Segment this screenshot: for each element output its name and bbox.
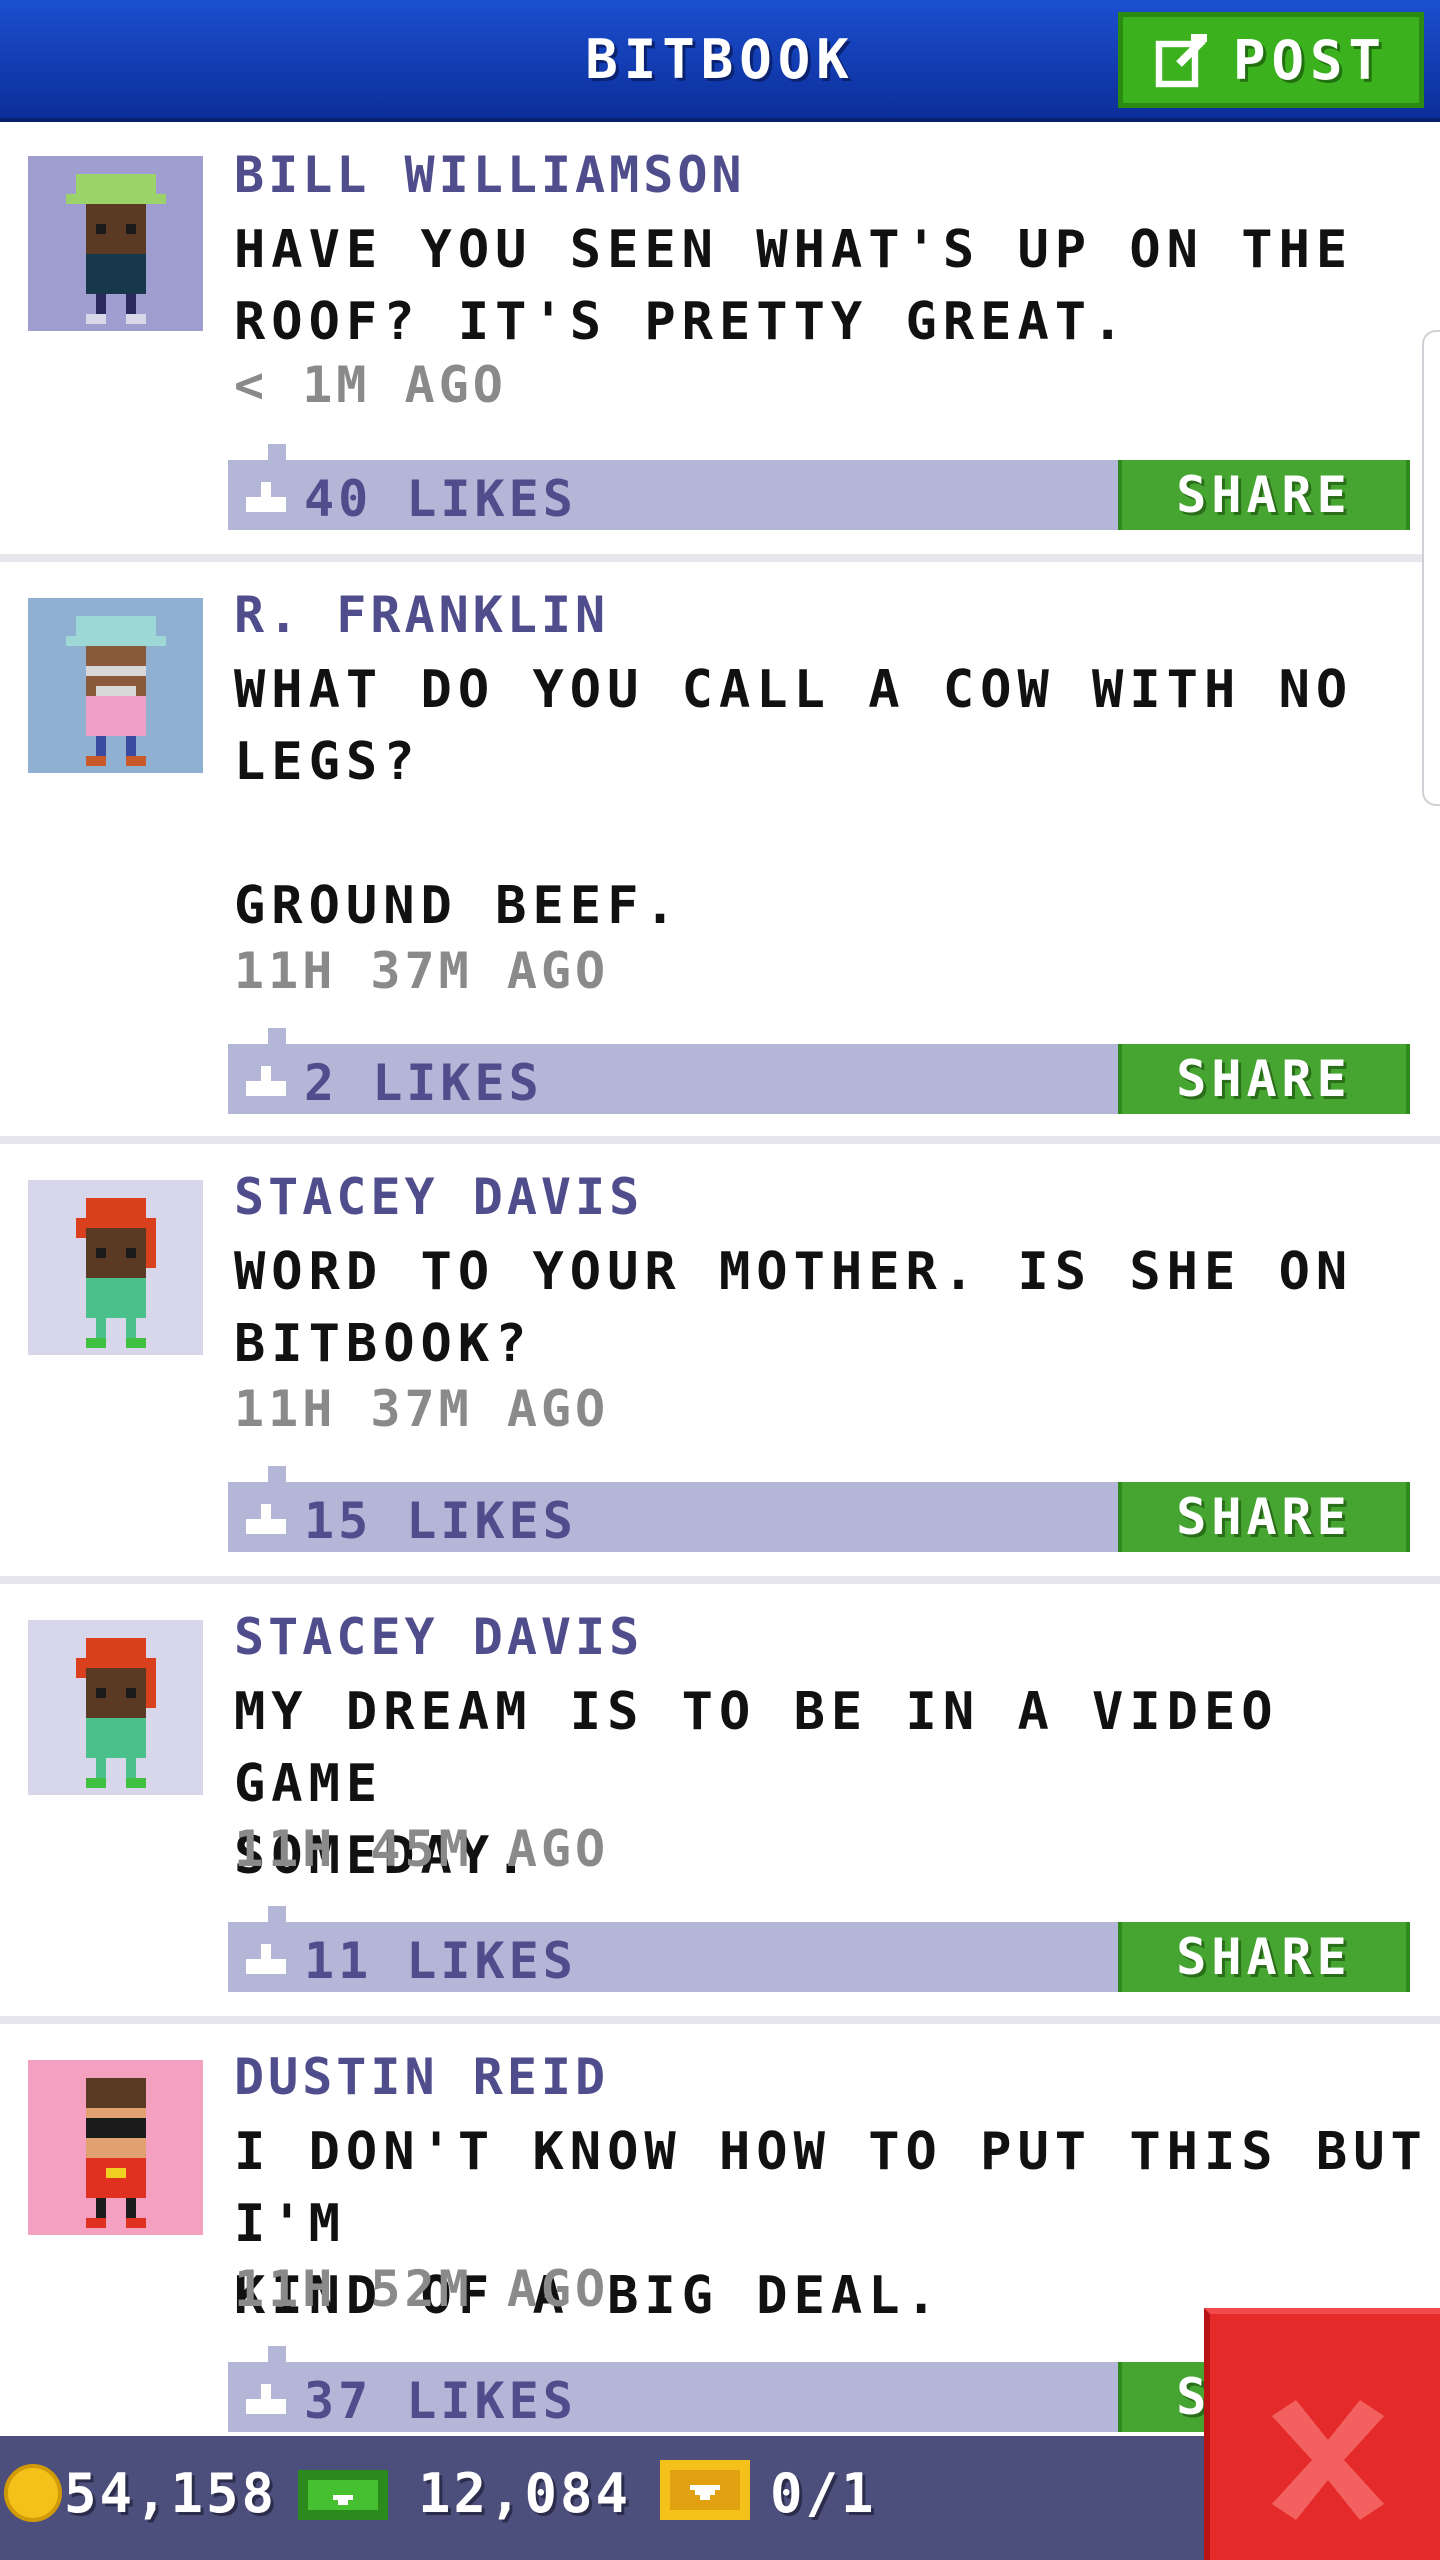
post-time: 11H 37M AGO [234,942,610,1000]
thumbs-up-icon [246,482,286,512]
coin-icon [4,2464,62,2522]
bux-count: 12,084 [418,2462,632,2525]
thumbs-up-icon [246,2384,286,2414]
likes-count: 15 LIKES [304,1492,577,1550]
ticket-icon [660,2460,750,2520]
ticket-count: 0/1 [770,2462,877,2525]
share-button[interactable]: SHARE [1118,1922,1410,1992]
app-header: BITBOOK POST [0,0,1440,122]
likes-count: 2 LIKES [304,1054,543,1112]
post-time: 11H 52M AGO [234,2260,610,2318]
post-author[interactable]: BILL WILLIAMSON [234,146,746,204]
post-time: 11H 45M AGO [234,1820,610,1878]
post-author[interactable]: STACEY DAVIS [234,1168,643,1226]
coin-count: 54,158 [64,2462,278,2525]
thumbs-up-icon [246,1504,286,1534]
close-button[interactable] [1204,2308,1440,2560]
post-message: HAVE YOU SEEN WHAT'S UP ON THE ROOF? IT'… [234,220,1354,352]
post-author[interactable]: R. FRANKLIN [234,586,609,644]
share-button[interactable]: SHARE [1118,1482,1410,1552]
post-divider [0,2016,1440,2024]
likes-bar-tab [268,444,286,460]
likes-count: 37 LIKES [304,2372,577,2430]
likes-bar-tab [268,1466,286,1482]
post-divider [0,1576,1440,1584]
share-button[interactable]: SHARE [1118,460,1410,530]
likes-count: 11 LIKES [304,1932,577,1990]
thumbs-up-icon [246,1944,286,1974]
post-author[interactable]: DUSTIN REID [234,2048,609,2106]
avatar [28,156,203,331]
likes-bar-tab [268,1906,286,1922]
post-time: 11H 37M AGO [234,1380,610,1438]
edit-icon [1155,34,1207,88]
post-author[interactable]: STACEY DAVIS [234,1608,643,1666]
post-message: WORD TO YOUR MOTHER. IS SHE ON BITBOOK? [234,1242,1354,1374]
post-divider [0,554,1440,562]
post-button[interactable]: POST [1118,12,1424,108]
likes-count: 40 LIKES [304,470,577,528]
likes-bar-tab [268,1028,286,1044]
likes-bar-tab [268,2346,286,2362]
share-button[interactable]: SHARE [1118,1044,1410,1114]
scroll-handle[interactable] [1422,330,1440,806]
post-divider [0,1136,1440,1144]
thumbs-up-icon [246,1066,286,1096]
cash-icon [298,2470,388,2520]
avatar [28,2060,203,2235]
post-button-label: POST [1232,28,1388,92]
post-time: < 1M AGO [234,356,507,414]
avatar [28,1620,203,1795]
close-icon [1272,2400,1384,2520]
post-message: WHAT DO YOU CALL A COW WITH NO LEGS? GRO… [234,660,1354,936]
avatar [28,1180,203,1355]
avatar [28,598,203,773]
